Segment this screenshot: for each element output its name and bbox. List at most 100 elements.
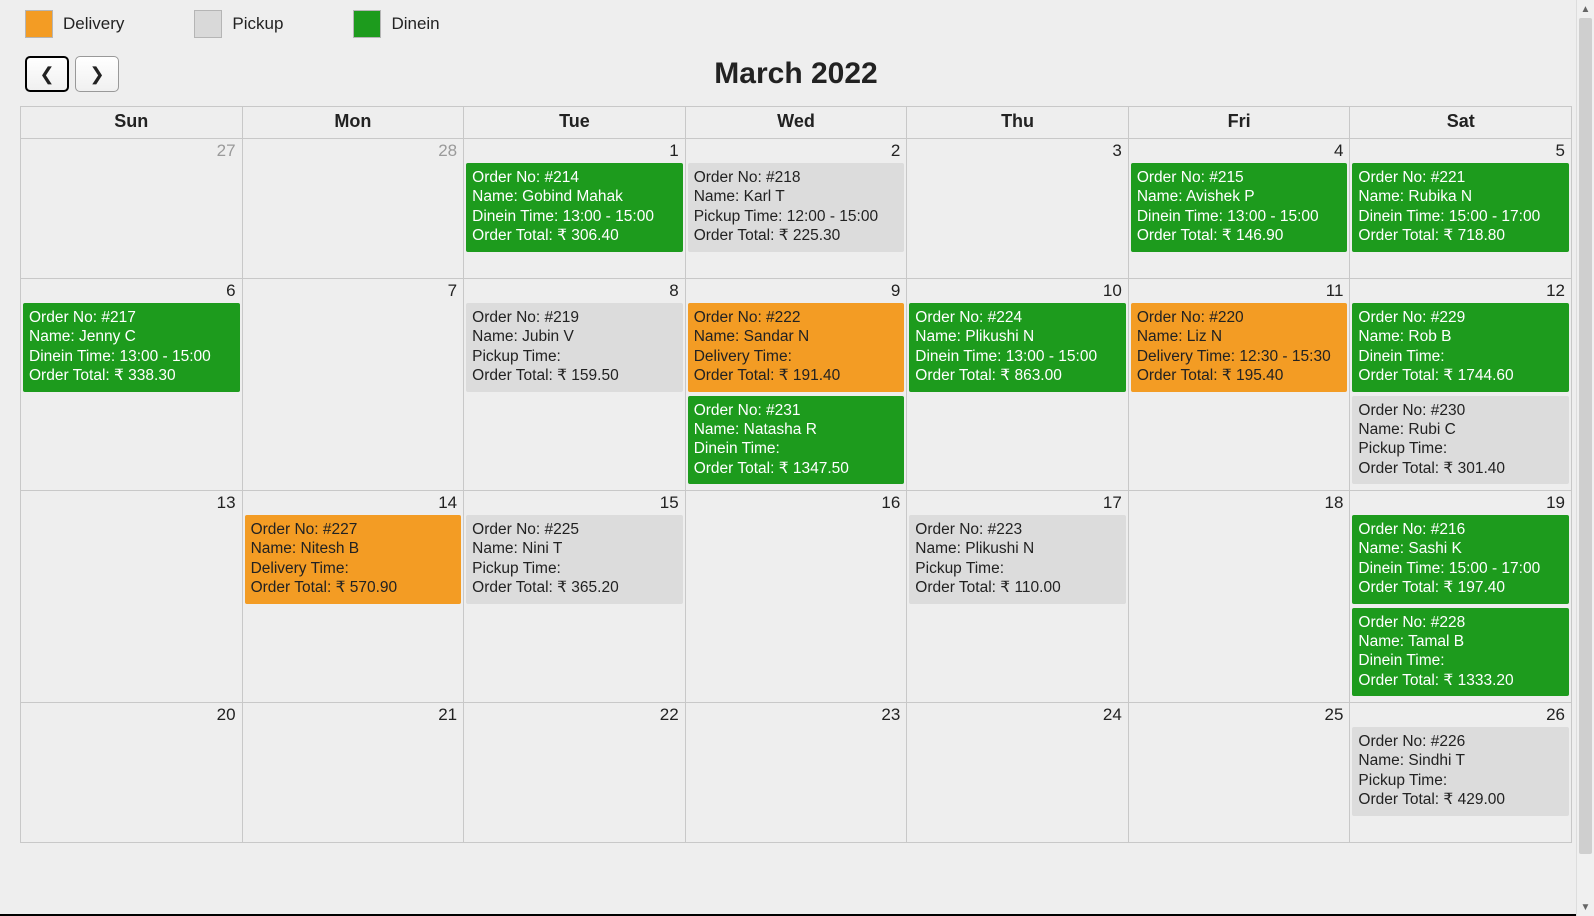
event-line: Name: Plikushi N <box>915 539 1120 558</box>
event-line: Dinein Time: 13:00 - 15:00 <box>29 347 234 366</box>
calendar-cell[interactable]: 23 <box>686 703 908 843</box>
order-event[interactable]: Order No: #216Name: Sashi KDinein Time: … <box>1352 515 1569 604</box>
event-line: Name: Gobind Mahak <box>472 187 677 206</box>
event-line: Name: Natasha R <box>694 420 899 439</box>
event-line: Order Total: ₹ 365.20 <box>472 578 677 597</box>
scroll-thumb[interactable] <box>1579 18 1592 854</box>
vertical-scrollbar[interactable]: ▲ ▼ <box>1576 0 1594 916</box>
event-line: Order Total: ₹ 306.40 <box>472 226 677 245</box>
event-line: Order Total: ₹ 197.40 <box>1358 578 1563 597</box>
pickup-swatch <box>194 10 222 38</box>
order-event[interactable]: Order No: #225Name: Nini TPickup Time:Or… <box>466 515 683 604</box>
calendar-cell[interactable]: 25 <box>1129 703 1351 843</box>
event-line: Dinein Time: 15:00 - 17:00 <box>1358 207 1563 226</box>
order-event[interactable]: Order No: #222Name: Sandar NDelivery Tim… <box>688 303 905 392</box>
event-line: Order No: #220 <box>1137 308 1342 327</box>
order-event[interactable]: Order No: #215Name: Avishek PDinein Time… <box>1131 163 1348 252</box>
calendar-cell[interactable]: 22 <box>464 703 686 843</box>
weekday-header: Sat <box>1350 107 1572 139</box>
calendar-cell[interactable]: 16 <box>686 491 908 703</box>
calendar-cell[interactable]: 3 <box>907 139 1129 279</box>
calendar-cell[interactable]: 9Order No: #222Name: Sandar NDelivery Ti… <box>686 279 908 491</box>
order-event[interactable]: Order No: #214Name: Gobind MahakDinein T… <box>466 163 683 252</box>
event-line: Name: Nitesh B <box>251 539 456 558</box>
event-line: Delivery Time: <box>251 559 456 578</box>
scroll-track[interactable] <box>1577 18 1594 898</box>
order-event[interactable]: Order No: #228Name: Tamal BDinein Time:O… <box>1352 608 1569 697</box>
scroll-down-icon[interactable]: ▼ <box>1577 898 1594 916</box>
order-event[interactable]: Order No: #229Name: Rob BDinein Time:Ord… <box>1352 303 1569 392</box>
calendar-cell[interactable]: 13 <box>21 491 243 703</box>
calendar-cell[interactable]: 6Order No: #217Name: Jenny CDinein Time:… <box>21 279 243 491</box>
event-line: Dinein Time: <box>694 439 899 458</box>
order-event[interactable]: Order No: #217Name: Jenny CDinein Time: … <box>23 303 240 392</box>
calendar-cell[interactable]: 26Order No: #226Name: Sindhi TPickup Tim… <box>1350 703 1572 843</box>
event-line: Name: Jenny C <box>29 327 234 346</box>
event-line: Delivery Time: 12:30 - 15:30 <box>1137 347 1342 366</box>
day-number: 12 <box>1546 281 1565 301</box>
calendar: SunMonTueWedThuFriSat 27281Order No: #21… <box>20 106 1572 843</box>
calendar-cell[interactable]: 12Order No: #229Name: Rob BDinein Time:O… <box>1350 279 1572 491</box>
calendar-cell[interactable]: 10Order No: #224Name: Plikushi NDinein T… <box>907 279 1129 491</box>
event-line: Order No: #222 <box>694 308 899 327</box>
order-event[interactable]: Order No: #223Name: Plikushi NPickup Tim… <box>909 515 1126 604</box>
event-line: Order No: #228 <box>1358 613 1563 632</box>
calendar-cell[interactable]: 5Order No: #221Name: Rubika NDinein Time… <box>1350 139 1572 279</box>
legend-pickup: Pickup <box>194 10 283 38</box>
calendar-cell[interactable]: 28 <box>243 139 465 279</box>
day-number: 26 <box>1546 705 1565 725</box>
order-event[interactable]: Order No: #230Name: Rubi CPickup Time:Or… <box>1352 396 1569 485</box>
calendar-cell[interactable]: 1Order No: #214Name: Gobind MahakDinein … <box>464 139 686 279</box>
weekday-header: Tue <box>464 107 686 139</box>
calendar-cell[interactable]: 7 <box>243 279 465 491</box>
day-number: 19 <box>1546 493 1565 513</box>
calendar-cell[interactable]: 20 <box>21 703 243 843</box>
day-number: 28 <box>438 141 457 161</box>
calendar-cell[interactable]: 11Order No: #220Name: Liz NDelivery Time… <box>1129 279 1351 491</box>
calendar-cell[interactable]: 19Order No: #216Name: Sashi KDinein Time… <box>1350 491 1572 703</box>
event-line: Order No: #229 <box>1358 308 1563 327</box>
prev-month-button[interactable]: ❮ <box>25 56 69 92</box>
next-month-button[interactable]: ❯ <box>75 56 119 92</box>
day-number: 4 <box>1334 141 1343 161</box>
calendar-cell[interactable]: 14Order No: #227Name: Nitesh BDelivery T… <box>243 491 465 703</box>
order-event[interactable]: Order No: #219Name: Jubin VPickup Time:O… <box>466 303 683 392</box>
event-line: Pickup Time: <box>472 559 677 578</box>
day-number: 9 <box>891 281 900 301</box>
event-line: Name: Liz N <box>1137 327 1342 346</box>
scroll-up-icon[interactable]: ▲ <box>1577 0 1594 18</box>
weekday-header: Wed <box>686 107 908 139</box>
order-event[interactable]: Order No: #218Name: Karl TPickup Time: 1… <box>688 163 905 252</box>
weekday-header: Mon <box>243 107 465 139</box>
calendar-cell[interactable]: 21 <box>243 703 465 843</box>
chevron-left-icon: ❮ <box>39 64 54 85</box>
calendar-cell[interactable]: 24 <box>907 703 1129 843</box>
delivery-swatch <box>25 10 53 38</box>
calendar-cell[interactable]: 27 <box>21 139 243 279</box>
order-event[interactable]: Order No: #221Name: Rubika NDinein Time:… <box>1352 163 1569 252</box>
day-number: 8 <box>669 281 678 301</box>
legend-delivery: Delivery <box>25 10 124 38</box>
calendar-cell[interactable]: 15Order No: #225Name: Nini TPickup Time:… <box>464 491 686 703</box>
calendar-cell[interactable]: 8Order No: #219Name: Jubin VPickup Time:… <box>464 279 686 491</box>
day-number: 23 <box>881 705 900 725</box>
order-event[interactable]: Order No: #220Name: Liz NDelivery Time: … <box>1131 303 1348 392</box>
day-number: 22 <box>660 705 679 725</box>
calendar-cell[interactable]: 17Order No: #223Name: Plikushi NPickup T… <box>907 491 1129 703</box>
day-number: 17 <box>1103 493 1122 513</box>
calendar-cell[interactable]: 2Order No: #218Name: Karl TPickup Time: … <box>686 139 908 279</box>
order-event[interactable]: Order No: #226Name: Sindhi TPickup Time:… <box>1352 727 1569 816</box>
order-event[interactable]: Order No: #231Name: Natasha RDinein Time… <box>688 396 905 485</box>
event-line: Order No: #221 <box>1358 168 1563 187</box>
order-event[interactable]: Order No: #224Name: Plikushi NDinein Tim… <box>909 303 1126 392</box>
day-number: 6 <box>226 281 235 301</box>
event-line: Order No: #226 <box>1358 732 1563 751</box>
calendar-cell[interactable]: 18 <box>1129 491 1351 703</box>
event-line: Delivery Time: <box>694 347 899 366</box>
event-line: Pickup Time: <box>1358 439 1563 458</box>
order-event[interactable]: Order No: #227Name: Nitesh BDelivery Tim… <box>245 515 462 604</box>
event-line: Order No: #216 <box>1358 520 1563 539</box>
event-line: Name: Plikushi N <box>915 327 1120 346</box>
calendar-cell[interactable]: 4Order No: #215Name: Avishek PDinein Tim… <box>1129 139 1351 279</box>
event-line: Order Total: ₹ 718.80 <box>1358 226 1563 245</box>
